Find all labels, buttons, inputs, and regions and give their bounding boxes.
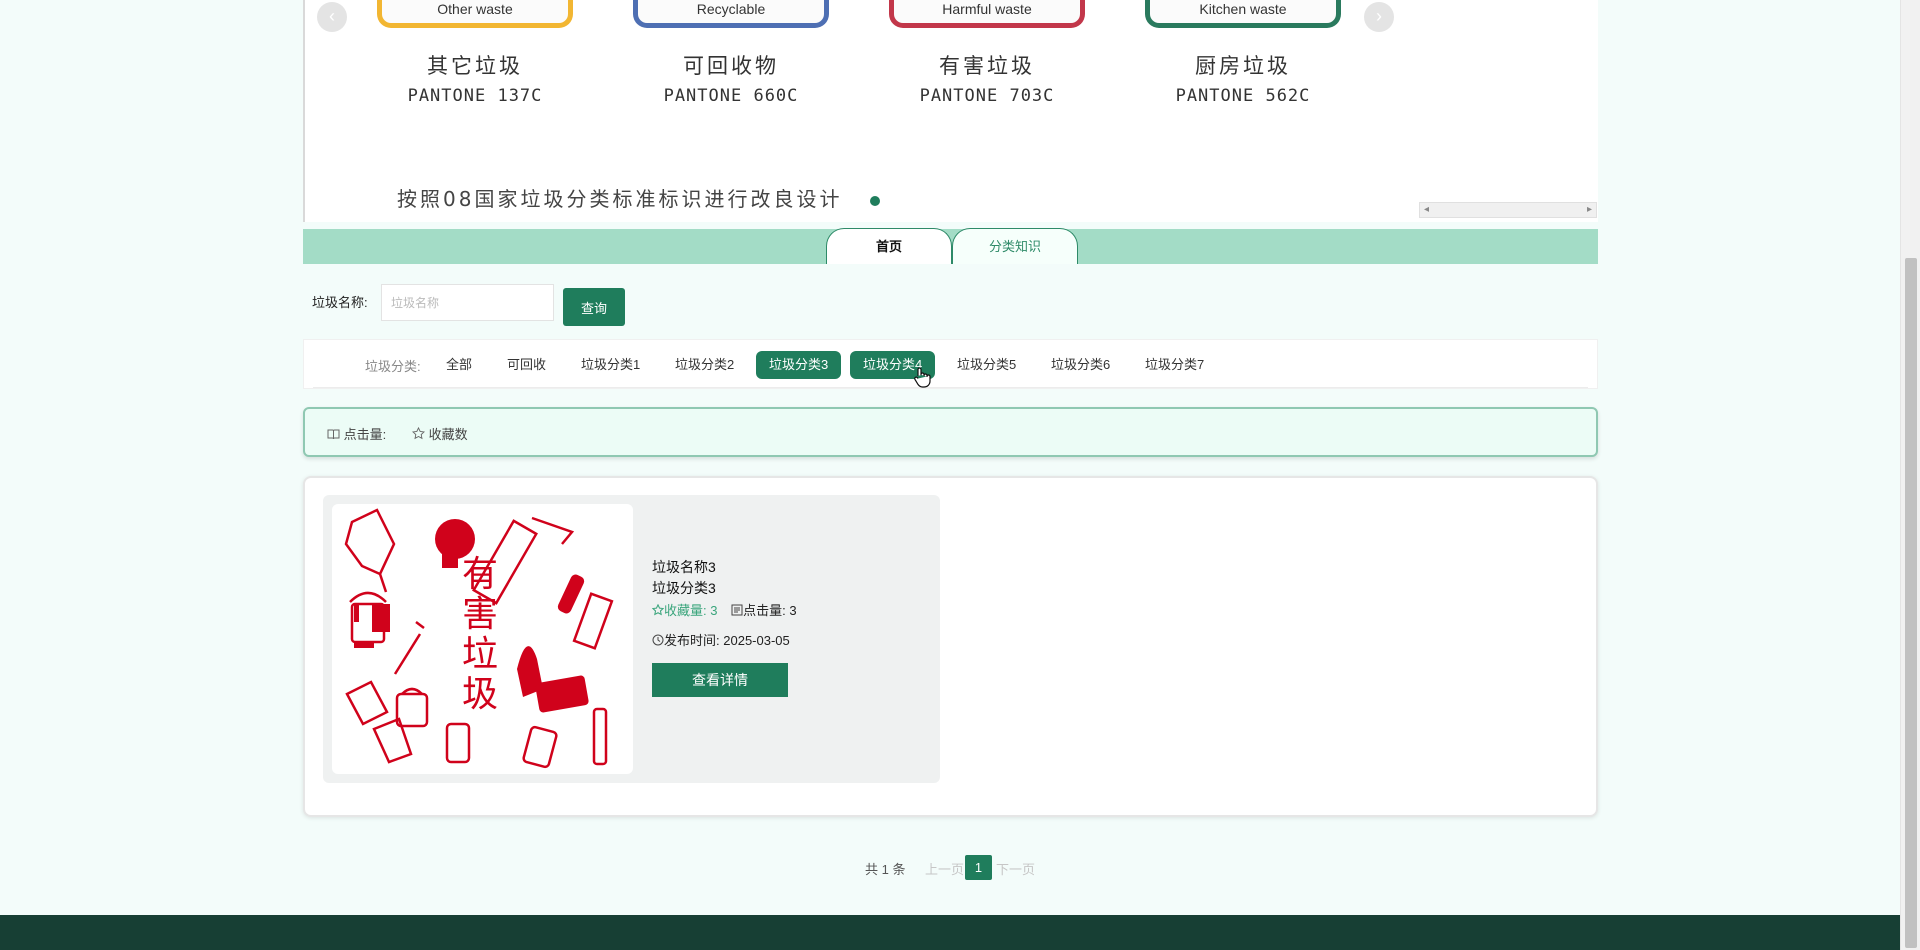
clicks-label: 点击量:	[743, 603, 786, 618]
side-panel	[1418, 0, 1598, 222]
sort-favorites-label: 收藏数	[428, 427, 468, 442]
tab-knowledge[interactable]: 分类知识	[952, 228, 1078, 264]
category-7[interactable]: 垃圾分类7	[1132, 351, 1217, 379]
clock-icon	[652, 634, 664, 646]
sort-bar: 点击量: 收藏数	[303, 407, 1598, 457]
pagination-total: 共 1 条	[865, 862, 906, 877]
bin-label-cn: 有害垃圾	[939, 54, 1035, 78]
view-details-button[interactable]: 查看详情	[652, 663, 788, 697]
vertical-scrollbar[interactable]	[1900, 0, 1920, 950]
footer	[0, 915, 1900, 950]
sort-by-favorites[interactable]: 收藏数	[412, 424, 468, 443]
favorites-count: 3	[710, 603, 718, 618]
illustration-text: 圾	[462, 674, 498, 715]
category-recyclable[interactable]: 可回收	[494, 351, 559, 379]
search-input[interactable]	[381, 284, 554, 321]
favorites-label: 收藏量:	[664, 603, 707, 618]
illustration-text: 害	[462, 594, 498, 635]
bin-other: Other waste 其它垃圾 PANTONE 137C	[355, 0, 595, 120]
banner-caption: 按照08国家垃圾分类标准标识进行改良设计	[397, 187, 843, 211]
category-filter: 垃圾分类: 全部 可回收 垃圾分类1 垃圾分类2 垃圾分类3 垃圾分类4 垃圾分…	[303, 339, 1598, 389]
filter-label: 垃圾分类:	[365, 359, 421, 374]
category-all[interactable]: 全部	[433, 351, 485, 379]
sort-by-clicks[interactable]: 点击量:	[327, 424, 386, 443]
nav-bar: 首页 分类知识	[303, 228, 1598, 264]
item-clicks: 点击量: 3	[731, 603, 797, 618]
sort-clicks-label: 点击量:	[343, 427, 387, 442]
item-name: 垃圾名称3	[652, 559, 716, 575]
item-category: 垃圾分类3	[652, 580, 716, 596]
time-value: 2025-03-05	[723, 633, 790, 648]
bin-label-en: Recyclable	[633, 0, 829, 28]
bin-pantone: PANTONE 660C	[663, 86, 799, 106]
category-6[interactable]: 垃圾分类6	[1038, 351, 1123, 379]
bin-label-en: Other waste	[377, 0, 573, 28]
bin-recyclable: Recyclable 可回收物 PANTONE 660C	[611, 0, 851, 120]
star-icon	[412, 427, 425, 440]
item-stats: 收藏量: 3 点击量: 3	[652, 600, 797, 619]
bin-pantone: PANTONE 137C	[407, 86, 543, 106]
bin-kitchen: Kitchen waste 厨房垃圾 PANTONE 562C	[1123, 0, 1363, 120]
scroll-right-icon[interactable]: ▸	[1587, 203, 1592, 217]
star-icon	[652, 604, 664, 616]
carousel-dot[interactable]	[870, 196, 880, 206]
next-page-button[interactable]: 下一页	[996, 859, 1035, 878]
bin-harmful: Harmful waste 有害垃圾 PANTONE 703C	[867, 0, 1107, 120]
illustration-text: 有	[462, 554, 498, 595]
category-1[interactable]: 垃圾分类1	[568, 351, 653, 379]
bin-label-cn: 厨房垃圾	[1195, 54, 1291, 78]
item-card[interactable]: 有 害 垃 圾 垃圾名称3 垃圾分类3 收藏量: 3 点击量: 3 发布时间: …	[323, 495, 940, 783]
bin-pantone: PANTONE 562C	[1175, 86, 1311, 106]
hand-cursor-icon	[914, 367, 931, 388]
prev-page-button[interactable]: 上一页	[925, 859, 964, 878]
clicks-count: 3	[789, 603, 797, 618]
search-label: 垃圾名称:	[312, 295, 368, 310]
harmful-waste-illustration: 有 害 垃 圾	[344, 508, 614, 769]
bin-label-cn: 其它垃圾	[427, 54, 523, 78]
note-icon	[731, 604, 743, 616]
horizontal-scrollbar[interactable]: ◂ ▸	[1419, 202, 1597, 218]
banner-carousel[interactable]: Other waste 其它垃圾 PANTONE 137C Recyclable…	[303, 0, 1418, 222]
search-button[interactable]: 查询	[563, 288, 625, 326]
time-label: 发布时间:	[664, 633, 720, 648]
book-icon	[327, 429, 340, 440]
item-list: 有 害 垃 圾 垃圾名称3 垃圾分类3 收藏量: 3 点击量: 3 发布时间: …	[303, 476, 1598, 817]
item-favorites: 收藏量: 3	[652, 603, 721, 618]
category-3[interactable]: 垃圾分类3	[756, 351, 842, 379]
bin-label-en: Kitchen waste	[1145, 0, 1341, 28]
illustration-text: 垃	[462, 634, 498, 675]
bin-pantone: PANTONE 703C	[919, 86, 1055, 106]
tab-home[interactable]: 首页	[826, 228, 952, 264]
item-image: 有 害 垃 圾	[332, 504, 633, 774]
scrollbar-thumb[interactable]	[1905, 258, 1917, 948]
divider	[313, 387, 1588, 388]
bin-label-cn: 可回收物	[683, 54, 779, 78]
carousel-next-button[interactable]: ›	[1364, 2, 1394, 32]
category-5[interactable]: 垃圾分类5	[944, 351, 1029, 379]
category-2[interactable]: 垃圾分类2	[662, 351, 747, 379]
item-publish-time: 发布时间: 2025-03-05	[652, 630, 790, 649]
bin-label-en: Harmful waste	[889, 0, 1085, 28]
carousel-prev-button[interactable]: ‹	[317, 2, 347, 32]
scroll-left-icon[interactable]: ◂	[1424, 203, 1429, 217]
banner-image: Other waste 其它垃圾 PANTONE 137C Recyclable…	[305, 0, 1418, 222]
page-1-button[interactable]: 1	[965, 855, 992, 880]
